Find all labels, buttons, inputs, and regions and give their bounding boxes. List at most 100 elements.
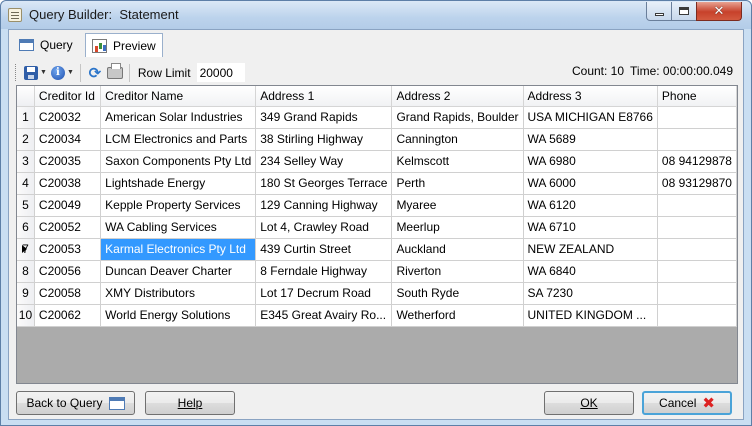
grid-cell[interactable]: Kelmscott: [391, 150, 524, 173]
table-row[interactable]: 1 C20032 American Solar Industries 349 Gran…: [17, 106, 737, 129]
grid-cell[interactable]: C20052: [34, 216, 102, 239]
grid-cell[interactable]: C20062: [34, 304, 102, 327]
grid-cell[interactable]: SA 7230: [523, 282, 658, 305]
row-header[interactable]: 4: [17, 172, 35, 195]
grid-cell[interactable]: UNITED KINGDOM ...: [523, 304, 658, 327]
row-header[interactable]: 8: [17, 260, 35, 283]
row-header[interactable]: 9: [17, 282, 35, 305]
grid-cell[interactable]: C20049: [34, 194, 102, 217]
tab-preview[interactable]: Preview: [85, 33, 163, 57]
grid-cell[interactable]: C20053: [34, 238, 102, 261]
row-header[interactable]: 2: [17, 128, 35, 151]
grid-cell[interactable]: WA 6840: [523, 260, 658, 283]
info-dropdown-button[interactable]: i ▼: [49, 63, 76, 83]
table-row[interactable]: 4 C20038 Lightshade Energy 180 St Georges T…: [17, 172, 737, 195]
results-grid[interactable]: Creditor Id Creditor Name Address 1 Address…: [16, 85, 738, 384]
grid-cell[interactable]: [657, 216, 737, 239]
grid-cell[interactable]: C20034: [34, 128, 102, 151]
grid-cell[interactable]: LCM Electronics and Parts: [100, 128, 257, 151]
grid-cell[interactable]: Kepple Property Services: [100, 194, 257, 217]
back-to-query-button[interactable]: Back to Query: [16, 391, 135, 415]
grid-cell[interactable]: WA 6120: [523, 194, 658, 217]
grid-cell[interactable]: E345 Great Avairy Ro...: [255, 304, 393, 327]
grid-cell[interactable]: XMY Distributors: [100, 282, 257, 305]
grid-cell[interactable]: NEW ZEALAND: [523, 238, 658, 261]
grid-cell[interactable]: WA 6980: [523, 150, 658, 173]
grid-cell[interactable]: WA Cabling Services: [100, 216, 257, 239]
grid-cell[interactable]: Grand Rapids, Boulder: [391, 106, 524, 129]
table-row[interactable]: 7 C20053 Karmal Electronics Pty Ltd 439 Cur…: [17, 238, 737, 261]
grid-corner-header[interactable]: [17, 86, 35, 107]
grid-cell[interactable]: C20035: [34, 150, 102, 173]
row-header[interactable]: 7: [17, 238, 35, 261]
grid-cell[interactable]: 8 Ferndale Highway: [255, 260, 393, 283]
print-button[interactable]: [105, 62, 125, 83]
grid-cell[interactable]: Riverton: [391, 260, 524, 283]
column-header[interactable]: Address 2: [391, 86, 524, 107]
grid-cell[interactable]: South Ryde: [391, 282, 524, 305]
grid-cell[interactable]: Meerlup: [391, 216, 524, 239]
grid-cell[interactable]: [657, 304, 737, 327]
grid-cell[interactable]: [657, 238, 737, 261]
grid-cell[interactable]: Myaree: [391, 194, 524, 217]
ok-button[interactable]: OK: [544, 391, 634, 415]
column-header[interactable]: Address 3: [523, 86, 658, 107]
grid-cell[interactable]: 180 St Georges Terrace: [255, 172, 393, 195]
grid-cell[interactable]: Lightshade Energy: [100, 172, 257, 195]
column-header[interactable]: Address 1: [255, 86, 393, 107]
grid-cell[interactable]: WA 6000: [523, 172, 658, 195]
grid-cell[interactable]: C20056: [34, 260, 102, 283]
grid-cell[interactable]: 234 Selley Way: [255, 150, 393, 173]
grid-cell[interactable]: 349 Grand Rapids: [255, 106, 393, 129]
table-row[interactable]: 3 C20035 Saxon Components Pty Ltd 234 Selle…: [17, 150, 737, 173]
grid-cell[interactable]: Wetherford: [391, 304, 524, 327]
grid-cell[interactable]: WA 6710: [523, 216, 658, 239]
grid-cell[interactable]: [657, 128, 737, 151]
grid-cell[interactable]: WA 5689: [523, 128, 658, 151]
grid-cell[interactable]: [657, 282, 737, 305]
maximize-button[interactable]: [671, 2, 697, 21]
table-row[interactable]: 5 C20049 Kepple Property Services 129 Canni…: [17, 194, 737, 217]
refresh-button[interactable]: ⟳: [85, 63, 105, 83]
grid-cell[interactable]: Lot 17 Decrum Road: [255, 282, 393, 305]
title-bar[interactable]: Query Builder: Statement ✕: [1, 1, 751, 29]
close-button[interactable]: ✕: [696, 2, 742, 21]
table-row[interactable]: 10 C20062 World Energy Solutions E345 Great…: [17, 304, 737, 327]
row-header[interactable]: 5: [17, 194, 35, 217]
grid-cell[interactable]: Auckland: [391, 238, 524, 261]
column-header[interactable]: Creditor Id: [34, 86, 102, 107]
toolbar-grip[interactable]: [15, 64, 18, 81]
grid-cell[interactable]: 439 Curtin Street: [255, 238, 393, 261]
save-dropdown-button[interactable]: ▼: [22, 63, 49, 83]
grid-cell[interactable]: [657, 194, 737, 217]
grid-cell[interactable]: 08 93129870: [657, 172, 737, 195]
grid-cell[interactable]: 08 94129878: [657, 150, 737, 173]
table-row[interactable]: 6 C20052 WA Cabling Services Lot 4, Crawley…: [17, 216, 737, 239]
row-header[interactable]: 10: [17, 304, 35, 327]
grid-cell[interactable]: Saxon Components Pty Ltd: [100, 150, 257, 173]
grid-cell[interactable]: Lot 4, Crawley Road: [255, 216, 393, 239]
row-header[interactable]: 1: [17, 106, 35, 129]
row-header[interactable]: 3: [17, 150, 35, 173]
row-limit-input[interactable]: 20000: [196, 63, 245, 82]
grid-cell[interactable]: Perth: [391, 172, 524, 195]
grid-cell[interactable]: C20032: [34, 106, 102, 129]
grid-cell[interactable]: 129 Canning Highway: [255, 194, 393, 217]
grid-cell[interactable]: Cannington: [391, 128, 524, 151]
grid-cell[interactable]: American Solar Industries: [100, 106, 257, 129]
grid-cell[interactable]: [657, 260, 737, 283]
table-row[interactable]: 8 C20056 Duncan Deaver Charter 8 Ferndale H…: [17, 260, 737, 283]
grid-cell[interactable]: Karmal Electronics Pty Ltd: [100, 238, 257, 261]
cancel-button[interactable]: Cancel ✖: [642, 391, 732, 415]
grid-cell[interactable]: Duncan Deaver Charter: [100, 260, 257, 283]
grid-cell[interactable]: C20038: [34, 172, 102, 195]
grid-cell[interactable]: 38 Stirling Highway: [255, 128, 393, 151]
column-header[interactable]: Phone: [657, 86, 737, 107]
grid-cell[interactable]: C20058: [34, 282, 102, 305]
help-button[interactable]: Help: [145, 391, 235, 415]
grid-cell[interactable]: USA MICHIGAN E8766: [523, 106, 658, 129]
grid-cell[interactable]: [657, 106, 737, 129]
table-row[interactable]: 9 C20058 XMY Distributors Lot 17 Decrum Roa…: [17, 282, 737, 305]
table-row[interactable]: 2 C20034 LCM Electronics and Parts 38 Stirl…: [17, 128, 737, 151]
tab-query[interactable]: Query: [13, 33, 79, 57]
